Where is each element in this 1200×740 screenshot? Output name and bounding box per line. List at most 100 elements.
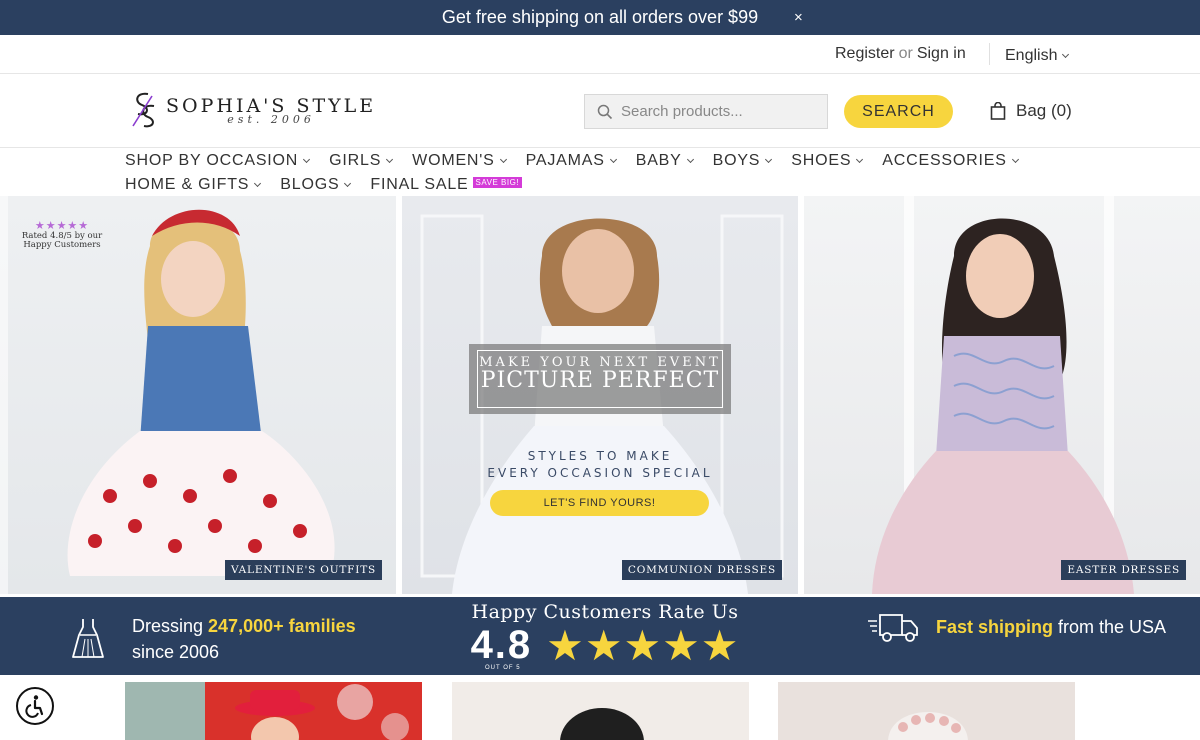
nav-label: PAJAMAS [525,152,605,169]
nav-item-baby[interactable]: BABY [635,152,694,170]
families-pre: Dressing [132,616,209,636]
families-text: Dressing 247,000+ families since 2006 [132,613,356,665]
girl-with-flower-crown-image [888,712,968,740]
delivery-truck-icon [868,614,918,642]
sale-badge: SAVE BIG! [472,177,523,188]
shopping-bag-icon [990,102,1006,120]
shipping-bold: Fast shipping [936,616,1053,637]
nav-label: BLOGS [280,176,340,193]
headline-box: MAKE YOUR NEXT EVENT PICTURE PERFECT [469,344,731,414]
tile-label: COMMUNION DRESSES [621,560,782,580]
rating-badge: ★★★★★ Rated 4.8/5 by our Happy Customers [14,220,110,250]
bag-label: Bag [1016,101,1047,120]
logo-text: SOPHIA'S STYLE est. 2006 [166,95,376,126]
nav-row-2: HOME & GIFTS BLOGS FINAL SALE SAVE BIG! [125,176,542,194]
logo[interactable]: SOPHIA'S STYLE est. 2006 [130,90,376,130]
nav-label: SHOP BY OCCASION [125,152,299,169]
announcement-bar: Get free shipping on all orders over $99… [0,0,1200,35]
close-icon[interactable]: × [794,9,803,26]
chevron-down-icon [303,155,311,164]
star-icon: ★★★★★ [546,621,740,669]
rating-title: Happy Customers Rate Us [471,601,739,623]
subheadline-2: EVERY OCCASION SPECIAL [487,466,713,480]
trust-bar: Dressing 247,000+ families since 2006 Ha… [0,597,1200,675]
nav-label: FINAL SALE [370,176,469,193]
chevron-down-icon [344,179,352,188]
nav-item-boys[interactable]: BOYS [712,152,773,170]
announcement-text: Get free shipping on all orders over $99 [441,7,759,27]
or-text: or [898,45,913,62]
tile-subheadline: STYLES TO MAKE EVERY OCCASION SPECIAL [402,448,798,482]
language-selector[interactable]: English [1005,47,1070,65]
nav-item-accessories[interactable]: ACCESSORIES [882,152,1019,170]
utility-bar: Register or Sign in English [0,35,1200,74]
accessibility-button[interactable] [16,687,54,725]
chevron-down-icon [1062,50,1070,59]
chevron-down-icon [254,179,262,188]
search-button[interactable]: SEARCH [844,95,953,128]
girl-in-pink-dress-image [872,196,1134,594]
chevron-down-icon [499,155,507,164]
nav-row-1: SHOP BY OCCASION GIRLS WOMEN'S PAJAMAS B… [125,152,1038,170]
signin-link[interactable]: Sign in [917,45,966,62]
accessibility-icon [25,695,44,718]
nav-item-final-sale[interactable]: FINAL SALE SAVE BIG! [370,176,523,194]
account-links: Register or Sign in [835,45,966,63]
nav-item-blogs[interactable]: BLOGS [280,176,352,194]
shipping-text: Fast shipping from the USA [936,614,1166,641]
rating-row: 4.8 ★★★★★ [460,623,750,668]
nav-item-womens[interactable]: WOMEN'S [412,152,507,170]
nav-label: WOMEN'S [412,152,495,169]
nav-item-pajamas[interactable]: PAJAMAS [525,152,617,170]
rating-text: Rated 4.8/5 by our Happy Customers [21,231,103,250]
chevron-down-icon [765,155,773,164]
hero-tile-valentines[interactable]: ★★★★★ Rated 4.8/5 by our Happy Customers… [0,196,396,594]
rating-summary: Happy Customers Rate Us 4.8 ★★★★★ OUT OF… [460,601,750,671]
search-box [584,94,828,129]
girl-in-heart-tutu-image [67,209,335,576]
category-thumb-3[interactable] [778,682,1075,740]
logo-monogram-icon [130,90,158,130]
families-since: since 2006 [132,642,220,662]
rating-value: 4.8 [470,623,533,667]
nav-label: HOME & GIFTS [125,176,250,193]
nav-label: ACCESSORIES [882,152,1007,169]
bag-button[interactable]: Bag (0) [990,101,1072,121]
nav-label: GIRLS [329,152,382,169]
hero-tile-easter[interactable]: EASTER DRESSES [804,196,1200,594]
dark-hair-girl-image [560,708,644,740]
hero-tile-communion[interactable]: MAKE YOUR NEXT EVENT PICTURE PERFECT STY… [402,196,798,594]
nav-item-girls[interactable]: GIRLS [329,152,394,170]
shipping-stat: Fast shipping from the USA [866,609,1166,645]
nav-label: BOYS [712,152,761,169]
nav-item-home-gifts[interactable]: HOME & GIFTS [125,176,262,194]
dress-icon [72,619,104,658]
rating-outof: OUT OF 5 [485,665,521,671]
boy-in-red-hat-image [125,682,409,740]
category-thumb-1[interactable] [125,682,422,740]
nav-label: BABY [635,152,682,169]
headline-big: PICTURE PERFECT [480,368,720,393]
subheadline-1: STYLES TO MAKE [527,449,673,463]
language-label: English [1005,47,1058,64]
find-yours-button[interactable]: LET'S FIND YOURS! [490,490,709,516]
search-icon [597,104,613,119]
divider [989,43,990,65]
tile-label: VALENTINE'S OUTFITS [225,560,382,580]
chevron-down-icon [1011,155,1019,164]
nav-label: SHOES [791,152,852,169]
nav-item-shoes[interactable]: SHOES [791,152,864,170]
main-nav: SHOP BY OCCASION GIRLS WOMEN'S PAJAMAS B… [0,149,1200,196]
headline-frame: MAKE YOUR NEXT EVENT PICTURE PERFECT [477,350,723,408]
category-thumb-2[interactable] [452,682,749,740]
site-header: SOPHIA'S STYLE est. 2006 SEARCH Bag (0) [0,74,1200,148]
nav-item-shop-by-occasion[interactable]: SHOP BY OCCASION [125,152,311,170]
chevron-down-icon [856,155,864,164]
chevron-down-icon [609,155,617,164]
shipping-post: from the USA [1053,616,1167,637]
search-input[interactable] [621,103,811,120]
chevron-down-icon [386,155,394,164]
tile-label: EASTER DRESSES [1061,560,1186,580]
families-count: 247,000+ families [208,616,356,636]
register-link[interactable]: Register [835,45,895,62]
